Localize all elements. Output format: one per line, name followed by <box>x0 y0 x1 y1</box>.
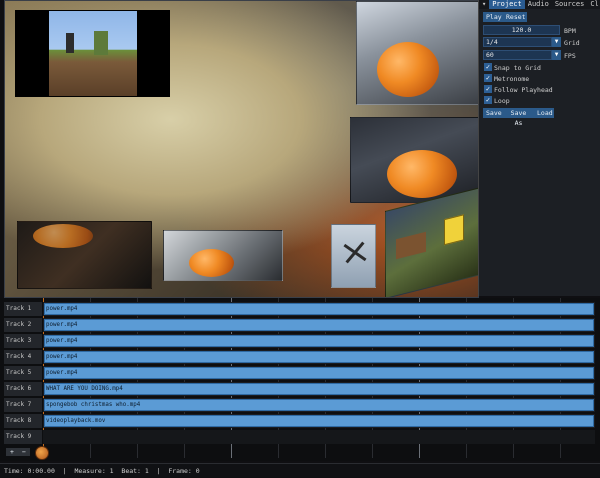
timeline-clip[interactable]: videoplayback.mov <box>44 415 594 427</box>
follow-playhead-checkbox[interactable]: ✓ <box>484 85 492 93</box>
track-row: Track 2 power.mp4 <box>4 318 595 332</box>
save-as-button[interactable]: Save As <box>503 108 534 127</box>
track-row: Track 8 videoplayback.mov <box>4 414 595 428</box>
timeline[interactable]: Track 1 power.mp4 Track 2 power.mp4 Trac… <box>0 298 600 461</box>
track-name[interactable]: Track 2 <box>4 318 42 332</box>
bpm-field[interactable]: 120.0 <box>483 25 560 35</box>
track-lane[interactable]: power.mp4 <box>43 302 595 316</box>
metronome-label: Metronome <box>494 75 530 83</box>
track-name[interactable]: Track 6 <box>4 382 42 396</box>
timeline-clip[interactable]: spongebob christmas who.mp4 <box>44 399 594 411</box>
timeline-clip[interactable]: power.mp4 <box>44 319 594 331</box>
bpm-label: BPM <box>564 27 576 35</box>
timeline-clip[interactable]: power.mp4 <box>44 351 594 363</box>
metronome-checkbox[interactable]: ✓ <box>484 74 492 82</box>
tab-clips[interactable]: Cl <box>587 0 600 9</box>
track-name[interactable]: Track 7 <box>4 398 42 412</box>
save-button[interactable]: Save <box>483 108 503 118</box>
preview-clip-spongebob <box>385 187 478 297</box>
track-lane[interactable]: videoplayback.mov <box>43 414 595 428</box>
grid-value: 1/4 <box>486 38 498 46</box>
bpm-value: 120.0 <box>511 26 532 34</box>
preview-clip-orange-1 <box>356 1 478 105</box>
reset-button[interactable]: Reset <box>503 12 527 22</box>
track-name[interactable]: Track 4 <box>4 350 42 364</box>
track-row: Track 9 <box>4 430 595 444</box>
snap-to-grid-checkbox[interactable]: ✓ <box>484 63 492 71</box>
track-name[interactable]: Track 9 <box>4 430 42 444</box>
grid-label: Grid <box>564 39 580 47</box>
fps-label: FPS <box>564 52 576 60</box>
tab-audio[interactable]: Audio <box>525 0 552 9</box>
track-name[interactable]: Track 1 <box>4 302 42 316</box>
status-bar: Time: 0:00.00 | Measure: 1 Beat: 1 | Fra… <box>0 463 600 477</box>
grid-select[interactable]: 1/4 <box>483 37 552 47</box>
project-panel: ▾ Project Audio Sources Cl ◂▸ × Play Res… <box>478 0 600 296</box>
panel-tabbar: ▾ Project Audio Sources Cl ◂▸ × <box>479 0 600 9</box>
track-row: Track 6 WHAT ARE YOU DOING.mp4 <box>4 382 595 396</box>
fps-value: 60 <box>486 51 494 59</box>
timeline-clip[interactable]: WHAT ARE YOU DOING.mp4 <box>44 383 594 395</box>
play-button[interactable]: Play <box>483 12 503 22</box>
preview-clip-fan <box>331 224 376 288</box>
fps-chevron-down-icon[interactable]: ▼ <box>552 50 561 60</box>
timeline-clip[interactable]: power.mp4 <box>44 367 594 379</box>
preview-clip-orange-3 <box>163 230 283 281</box>
timeline-clip[interactable]: power.mp4 <box>44 303 594 315</box>
fps-select[interactable]: 60 <box>483 50 552 60</box>
playhead-icon[interactable] <box>35 446 49 460</box>
track-row: Track 4 power.mp4 <box>4 350 595 364</box>
follow-playhead-label: Follow Playhead <box>494 86 553 94</box>
track-row: Track 3 power.mp4 <box>4 334 595 348</box>
load-button[interactable]: Load <box>534 108 554 118</box>
track-lane[interactable]: power.mp4 <box>43 318 595 332</box>
track-lane[interactable]: power.mp4 <box>43 366 595 380</box>
track-lane[interactable]: spongebob christmas who.mp4 <box>43 398 595 412</box>
track-name[interactable]: Track 8 <box>4 414 42 428</box>
panel-menu-icon[interactable]: ▾ <box>479 0 489 9</box>
loop-checkbox[interactable]: ✓ <box>484 96 492 104</box>
preview-clip-minecraft <box>15 10 170 97</box>
track-name[interactable]: Track 3 <box>4 334 42 348</box>
preview-clip-dark-1 <box>17 221 152 289</box>
track-row: Track 1 power.mp4 <box>4 302 595 316</box>
track-lane[interactable]: power.mp4 <box>43 334 595 348</box>
track-row: Track 7 spongebob christmas who.mp4 <box>4 398 595 412</box>
track-row: Track 5 power.mp4 <box>4 366 595 380</box>
video-preview-canvas[interactable] <box>4 0 479 298</box>
add-track-button[interactable]: + <box>6 448 18 456</box>
snap-to-grid-label: Snap to Grid <box>494 64 541 72</box>
tab-project[interactable]: Project <box>489 0 525 9</box>
track-name[interactable]: Track 5 <box>4 366 42 380</box>
timeline-clip[interactable]: power.mp4 <box>44 335 594 347</box>
preview-clip-orange-2 <box>350 117 478 203</box>
track-lane[interactable]: WHAT ARE YOU DOING.mp4 <box>43 382 595 396</box>
track-lane[interactable] <box>43 430 595 444</box>
track-lane[interactable]: power.mp4 <box>43 350 595 364</box>
remove-track-button[interactable]: − <box>18 448 30 456</box>
grid-chevron-down-icon[interactable]: ▼ <box>552 37 561 47</box>
loop-label: Loop <box>494 97 510 105</box>
tab-sources[interactable]: Sources <box>552 0 588 9</box>
